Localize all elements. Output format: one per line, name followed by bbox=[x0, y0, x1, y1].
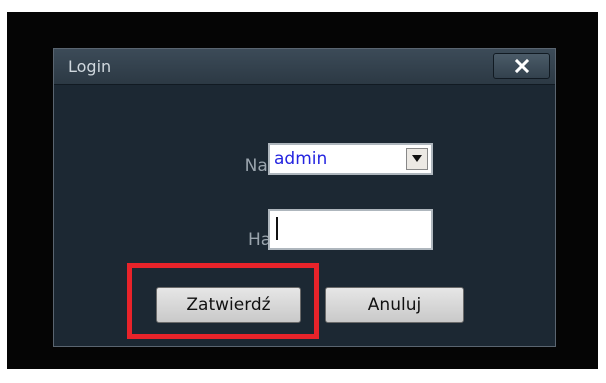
title-bar: Login bbox=[54, 49, 555, 85]
username-value: admin bbox=[274, 149, 328, 169]
login-dialog: Login Nazwa admin Hasło: Zatwi bbox=[53, 48, 556, 347]
chevron-down-icon[interactable] bbox=[406, 148, 428, 170]
dialog-title: Login bbox=[68, 57, 112, 76]
confirm-button[interactable]: Zatwierdź bbox=[156, 287, 301, 323]
password-field[interactable] bbox=[268, 209, 433, 250]
page: Login Nazwa admin Hasło: Zatwi bbox=[0, 0, 606, 383]
text-caret bbox=[276, 217, 278, 240]
close-icon bbox=[494, 54, 549, 78]
close-button[interactable] bbox=[493, 53, 550, 79]
username-select[interactable]: admin bbox=[268, 143, 433, 175]
cancel-button[interactable]: Anuluj bbox=[325, 287, 464, 323]
